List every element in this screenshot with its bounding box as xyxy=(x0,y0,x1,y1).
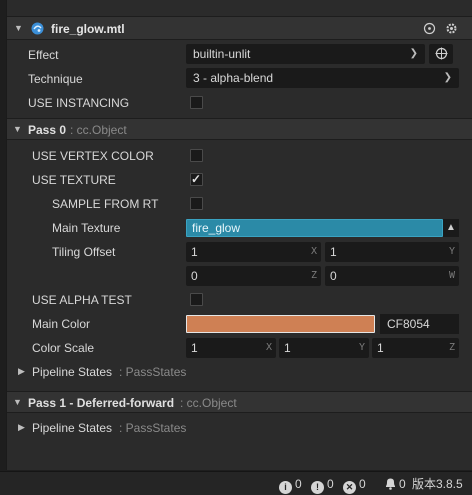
use-alpha-test-checkbox[interactable] xyxy=(190,293,203,306)
header-title: fire_glow.mtl xyxy=(51,22,125,36)
effect-label: Effect xyxy=(28,48,59,62)
error-count[interactable]: ✕ 0 xyxy=(343,477,366,494)
tiling-offset-z-input[interactable]: 0 Z xyxy=(186,266,321,286)
main-color-hex-input[interactable]: CF8054 xyxy=(380,314,459,334)
main-color-hex-value: CF8054 xyxy=(387,317,430,331)
inspector-panel: ▼ fire_glow.mtl Effect builtin-unlit ❯ T… xyxy=(6,0,472,470)
tiling-offset-z-value: 0 xyxy=(191,269,198,283)
asset-picker-button[interactable]: ▲ xyxy=(443,219,459,237)
sample-from-rt-checkbox[interactable] xyxy=(190,197,203,210)
pass0-pipeline-states-row[interactable]: ▶ Pipeline States : PassStates xyxy=(7,362,472,382)
color-scale-z-input[interactable]: 1 Z xyxy=(372,338,459,358)
warning-icon: ! xyxy=(311,481,324,494)
effect-value: builtin-unlit xyxy=(193,47,251,61)
pipeline-states-subtitle: : PassStates xyxy=(119,365,187,379)
version-label: 版本3.8.5 xyxy=(412,477,463,491)
pass1-title: Pass 1 - Deferred-forward xyxy=(28,396,175,410)
use-vertex-color-label: USE VERTEX COLOR xyxy=(32,149,154,163)
error-icon: ✕ xyxy=(343,481,356,494)
sample-from-rt-label: SAMPLE FROM RT xyxy=(52,197,159,211)
axis-x-label: X xyxy=(310,246,317,257)
settings-gear-icon[interactable] xyxy=(445,22,458,38)
info-count[interactable]: i0 xyxy=(279,477,302,494)
asset-folder-icon: ▲ xyxy=(446,222,456,233)
pass0-title: Pass 0 xyxy=(28,123,67,137)
main-color-swatch[interactable] xyxy=(186,315,375,333)
tiling-offset-x-value: 1 xyxy=(191,245,198,259)
axis-y-label: Y xyxy=(358,342,365,353)
info-icon: i xyxy=(279,481,292,494)
axis-x-label: X xyxy=(265,342,272,353)
error-count-value: 0 xyxy=(359,477,366,491)
chevron-down-icon: ❯ xyxy=(443,72,452,83)
axis-z-label: Z xyxy=(310,270,317,281)
color-scale-x-input[interactable]: 1 X xyxy=(186,338,276,358)
technique-select[interactable]: 3 - alpha-blend ❯ xyxy=(186,68,459,88)
use-instancing-label: USE INSTANCING xyxy=(28,96,130,110)
main-texture-field[interactable]: fire_glow xyxy=(186,219,443,237)
pass1-pipeline-states-row[interactable]: ▶ Pipeline States : PassStates xyxy=(7,418,472,438)
target-icon[interactable] xyxy=(423,22,436,38)
target-icon xyxy=(435,46,448,61)
info-count-value: 0 xyxy=(295,477,302,491)
status-bar: i0 ! 0 ✕ 0 0 版本3.8.5 xyxy=(0,471,472,495)
pass1-subtitle: : cc.Object xyxy=(180,396,237,410)
expand-caret-icon: ▶ xyxy=(18,422,25,432)
main-color-label: Main Color xyxy=(32,317,91,331)
tiling-offset-label: Tiling Offset xyxy=(52,245,116,259)
warning-count-value: 0 xyxy=(327,477,334,491)
main-texture-value: fire_glow xyxy=(192,221,241,235)
inspector-top-strip xyxy=(7,0,472,16)
main-texture-label: Main Texture xyxy=(52,221,121,235)
pass0-subtitle: : cc.Object xyxy=(70,123,127,137)
axis-y-label: Y xyxy=(448,246,455,257)
bell-icon xyxy=(385,477,396,493)
chevron-down-icon: ❯ xyxy=(409,48,418,59)
color-scale-label: Color Scale xyxy=(32,341,95,355)
warning-count[interactable]: ! 0 xyxy=(311,477,334,494)
color-scale-x-value: 1 xyxy=(191,341,198,355)
axis-w-label: W xyxy=(448,270,455,281)
tiling-offset-y-value: 1 xyxy=(330,245,337,259)
use-alpha-test-label: USE ALPHA TEST xyxy=(32,293,132,307)
pass1-section-header[interactable]: ▼ Pass 1 - Deferred-forward : cc.Object xyxy=(7,391,472,413)
color-scale-y-input[interactable]: 1 Y xyxy=(279,338,369,358)
tiling-offset-x-input[interactable]: 1 X xyxy=(186,242,321,262)
pipeline-states-subtitle: : PassStates xyxy=(119,421,187,435)
color-scale-z-value: 1 xyxy=(377,341,384,355)
inspector-header: ▼ fire_glow.mtl xyxy=(7,16,472,40)
collapse-caret-icon[interactable]: ▼ xyxy=(14,23,23,33)
expand-caret-icon: ▶ xyxy=(18,366,25,376)
notification-count-value: 0 xyxy=(399,477,406,491)
pipeline-states-label: Pipeline States xyxy=(32,421,113,435)
technique-value: 3 - alpha-blend xyxy=(193,71,274,85)
use-texture-label: USE TEXTURE xyxy=(32,173,116,187)
effect-select[interactable]: builtin-unlit ❯ xyxy=(186,44,425,64)
color-scale-y-value: 1 xyxy=(284,341,291,355)
effect-locate-button[interactable] xyxy=(429,44,453,64)
use-texture-checkbox[interactable] xyxy=(190,172,203,186)
pass0-section-header[interactable]: ▼ Pass 0 : cc.Object xyxy=(7,118,472,140)
axis-z-label: Z xyxy=(448,342,455,353)
tiling-offset-y-input[interactable]: 1 Y xyxy=(325,242,459,262)
collapse-caret-icon: ▼ xyxy=(13,124,22,134)
material-sphere-icon xyxy=(31,22,44,38)
use-instancing-checkbox[interactable] xyxy=(190,96,203,109)
notification-count[interactable]: 0 xyxy=(385,477,406,493)
use-vertex-color-checkbox[interactable] xyxy=(190,149,203,162)
collapse-caret-icon: ▼ xyxy=(13,397,22,407)
tiling-offset-w-input[interactable]: 0 W xyxy=(325,266,459,286)
technique-label: Technique xyxy=(28,72,83,86)
tiling-offset-w-value: 0 xyxy=(330,269,337,283)
pipeline-states-label: Pipeline States xyxy=(32,365,113,379)
